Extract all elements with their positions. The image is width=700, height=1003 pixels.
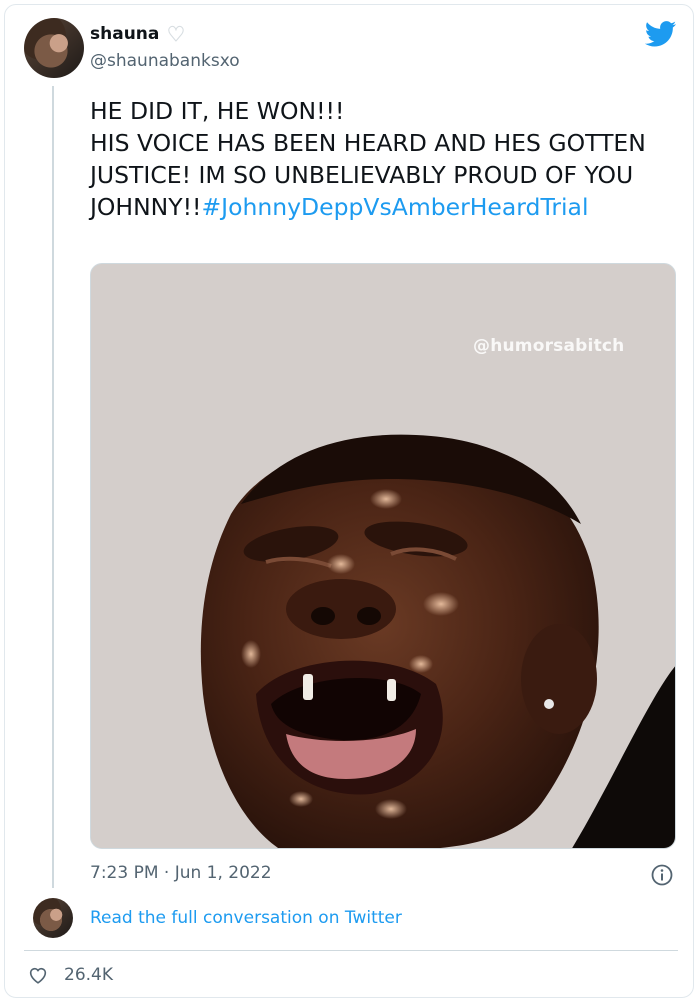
white-heart-icon: ♥	[167, 22, 186, 46]
hashtag-link[interactable]: #JohnnyDeppVsAmberHeardTrial	[201, 193, 588, 221]
media-watermark: @humorsabitch	[473, 336, 625, 356]
tweet-timestamp[interactable]: 7:23 PM · Jun 1, 2022	[90, 863, 272, 883]
tweet-text: HE DID IT, HE WON!!! HIS VOICE HAS BEEN …	[90, 95, 650, 223]
author-avatar[interactable]	[24, 18, 84, 78]
twitter-bird-icon[interactable]	[645, 21, 677, 47]
footer-divider	[24, 950, 678, 951]
info-icon[interactable]	[650, 863, 674, 887]
author-handle[interactable]: @shaunabanksxo	[90, 51, 240, 71]
heart-outline-icon[interactable]	[27, 964, 49, 986]
author-name[interactable]: shauna	[90, 24, 159, 44]
thread-line	[52, 86, 54, 888]
tweet-media[interactable]: @humorsabitch	[90, 263, 676, 849]
like-count[interactable]: 26.4K	[64, 964, 113, 986]
read-conversation-link[interactable]: Read the full conversation on Twitter	[90, 908, 402, 928]
reply-avatar[interactable]	[33, 898, 73, 938]
